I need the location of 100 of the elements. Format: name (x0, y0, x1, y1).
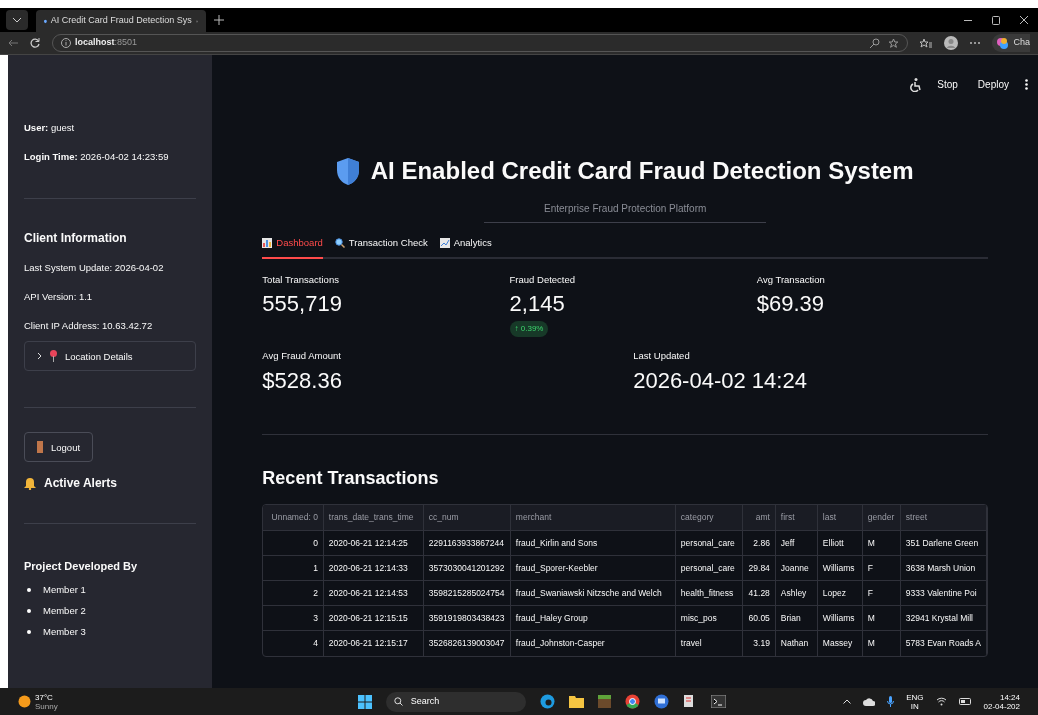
cloud-icon[interactable] (863, 697, 876, 706)
toolbar-button[interactable]: Stop (937, 77, 958, 92)
minimize-icon[interactable] (964, 19, 972, 21)
table-cell: 2.86 (742, 530, 776, 556)
table-cell: Williams (817, 555, 863, 581)
chevron-up-icon[interactable] (843, 699, 852, 704)
toolbar-button[interactable]: Deploy (977, 77, 1009, 92)
chrome-icon[interactable] (624, 694, 640, 709)
table-cell: 351 Darlene Green (900, 530, 987, 556)
table-cell: 3591919803438423 (423, 605, 511, 631)
microphone-icon[interactable] (887, 696, 895, 707)
table-cell: F (862, 580, 901, 606)
table-cell: fraud_Sporer-Keebler (510, 555, 676, 581)
table-cell: M (862, 605, 901, 631)
table-cell: 2020-06-21 12:15:17 (323, 630, 424, 656)
search-icon (393, 697, 403, 706)
table-cell: 3573030041201292 (423, 555, 511, 581)
metric-label: Avg Fraud Amount (262, 349, 342, 364)
weather-temperature[interactable]: 37°C (35, 692, 58, 702)
clock-time[interactable]: 14:24 (999, 692, 1020, 702)
bar-chart-icon (262, 238, 273, 248)
metric-value: $528.36 (262, 366, 343, 395)
column-header[interactable]: cc_num (423, 504, 511, 531)
close-icon[interactable] (1020, 16, 1028, 24)
table-cell: 29.84 (742, 555, 776, 581)
session-info: User: guest (24, 121, 76, 134)
table-cell: 1 (263, 555, 324, 581)
battery-icon[interactable] (958, 698, 972, 705)
table-cell: 0 (263, 530, 324, 556)
subtitle: Enterprise Fraud Protection Platform (484, 201, 767, 223)
session-info: Login Time: 2026-04-02 14:23:59 (24, 150, 170, 163)
table-cell: fraud_Kirlin and Sons (510, 530, 676, 556)
column-header[interactable]: category (675, 504, 743, 531)
table-cell: F (862, 555, 901, 581)
bullet-icon (27, 587, 31, 592)
weather-condition[interactable]: Sunny (35, 701, 58, 711)
windows-icon[interactable] (357, 694, 372, 709)
info-line: API Version: 1.1 (24, 290, 94, 303)
table-cell: 2020-06-21 12:14:33 (323, 555, 424, 581)
info-line: Client IP Address: 10.63.42.72 (24, 319, 154, 332)
line-chart-icon (439, 238, 450, 248)
maximize-icon[interactable] (992, 15, 1000, 25)
table-cell: Lopez (817, 580, 863, 606)
table-cell: 32941 Krystal Mill (900, 605, 987, 631)
metric-value: $69.39 (756, 290, 826, 319)
table-cell: M (862, 530, 901, 556)
member-name: Member 3 (43, 625, 86, 638)
table-cell: 41.28 (742, 580, 776, 606)
new-tab-icon[interactable] (214, 15, 224, 25)
tab[interactable]: Dashboard (262, 229, 323, 259)
star-icon[interactable] (888, 37, 900, 49)
clock-date[interactable]: 02-04-202 (983, 701, 1020, 711)
member-name: Member 2 (43, 604, 86, 617)
table-cell: 3.19 (742, 630, 776, 656)
column-header[interactable]: trans_date_trans_time (323, 504, 424, 531)
taskbar-search[interactable]: Search (385, 691, 526, 712)
url-text: localhost:8501 (75, 36, 138, 50)
section-heading: Client Information (24, 232, 128, 245)
table-cell: 3 (263, 605, 324, 631)
info-line: Last System Update: 2026-04-02 (24, 261, 165, 274)
block-icon[interactable] (597, 695, 611, 708)
kebab-menu-icon[interactable] (1025, 79, 1028, 90)
location-expander[interactable]: Location Details (24, 341, 197, 371)
reload-icon[interactable] (30, 38, 40, 48)
metric-label: Total Transactions (262, 273, 340, 287)
browser-tab[interactable]: AI Credit Card Fraud Detection Sys (36, 10, 206, 32)
column-header[interactable]: last (817, 504, 863, 531)
table-cell: Brian (775, 605, 818, 631)
table-cell: Elliott (817, 530, 863, 556)
table-cell: fraud_Haley Group (510, 605, 676, 631)
tab[interactable]: Analytics (439, 229, 492, 259)
delta-badge: ↑ 0.39% (509, 321, 549, 338)
avatar-icon[interactable] (944, 36, 959, 50)
wifi-icon[interactable] (935, 697, 947, 706)
favorites-icon[interactable] (920, 37, 933, 49)
region-code[interactable]: IN (910, 701, 919, 711)
column-header[interactable]: street (900, 504, 987, 531)
pin-icon (50, 350, 57, 362)
logout-button[interactable]: Logout (24, 432, 94, 462)
column-header[interactable]: merchant (510, 504, 676, 531)
table-cell: health_fitness (675, 580, 743, 606)
accessibility-icon[interactable] (909, 77, 922, 92)
back-icon[interactable] (8, 39, 18, 47)
terminal-icon[interactable] (710, 695, 726, 708)
table-cell: 2020-06-21 12:15:15 (323, 605, 424, 631)
column-header[interactable]: gender (862, 504, 901, 531)
table-cell: fraud_Johnston-Casper (510, 630, 676, 656)
copilot-button[interactable]: Cha (992, 34, 1030, 52)
column-header[interactable]: Unnamed: 0 (263, 504, 324, 531)
chevron-icon (37, 352, 42, 360)
magnifier-icon (334, 238, 345, 248)
metric-label: Fraud Detected (509, 273, 577, 287)
column-header[interactable]: first (775, 504, 818, 531)
folder-icon[interactable] (568, 695, 584, 708)
table-cell: Ashley (775, 580, 818, 606)
column-header[interactable]: amt (742, 504, 776, 531)
section-heading: Active Alerts (44, 477, 117, 490)
language-code[interactable]: ENG (906, 692, 924, 702)
tab[interactable]: Transaction Check (334, 229, 428, 259)
bullet-icon (27, 629, 31, 634)
